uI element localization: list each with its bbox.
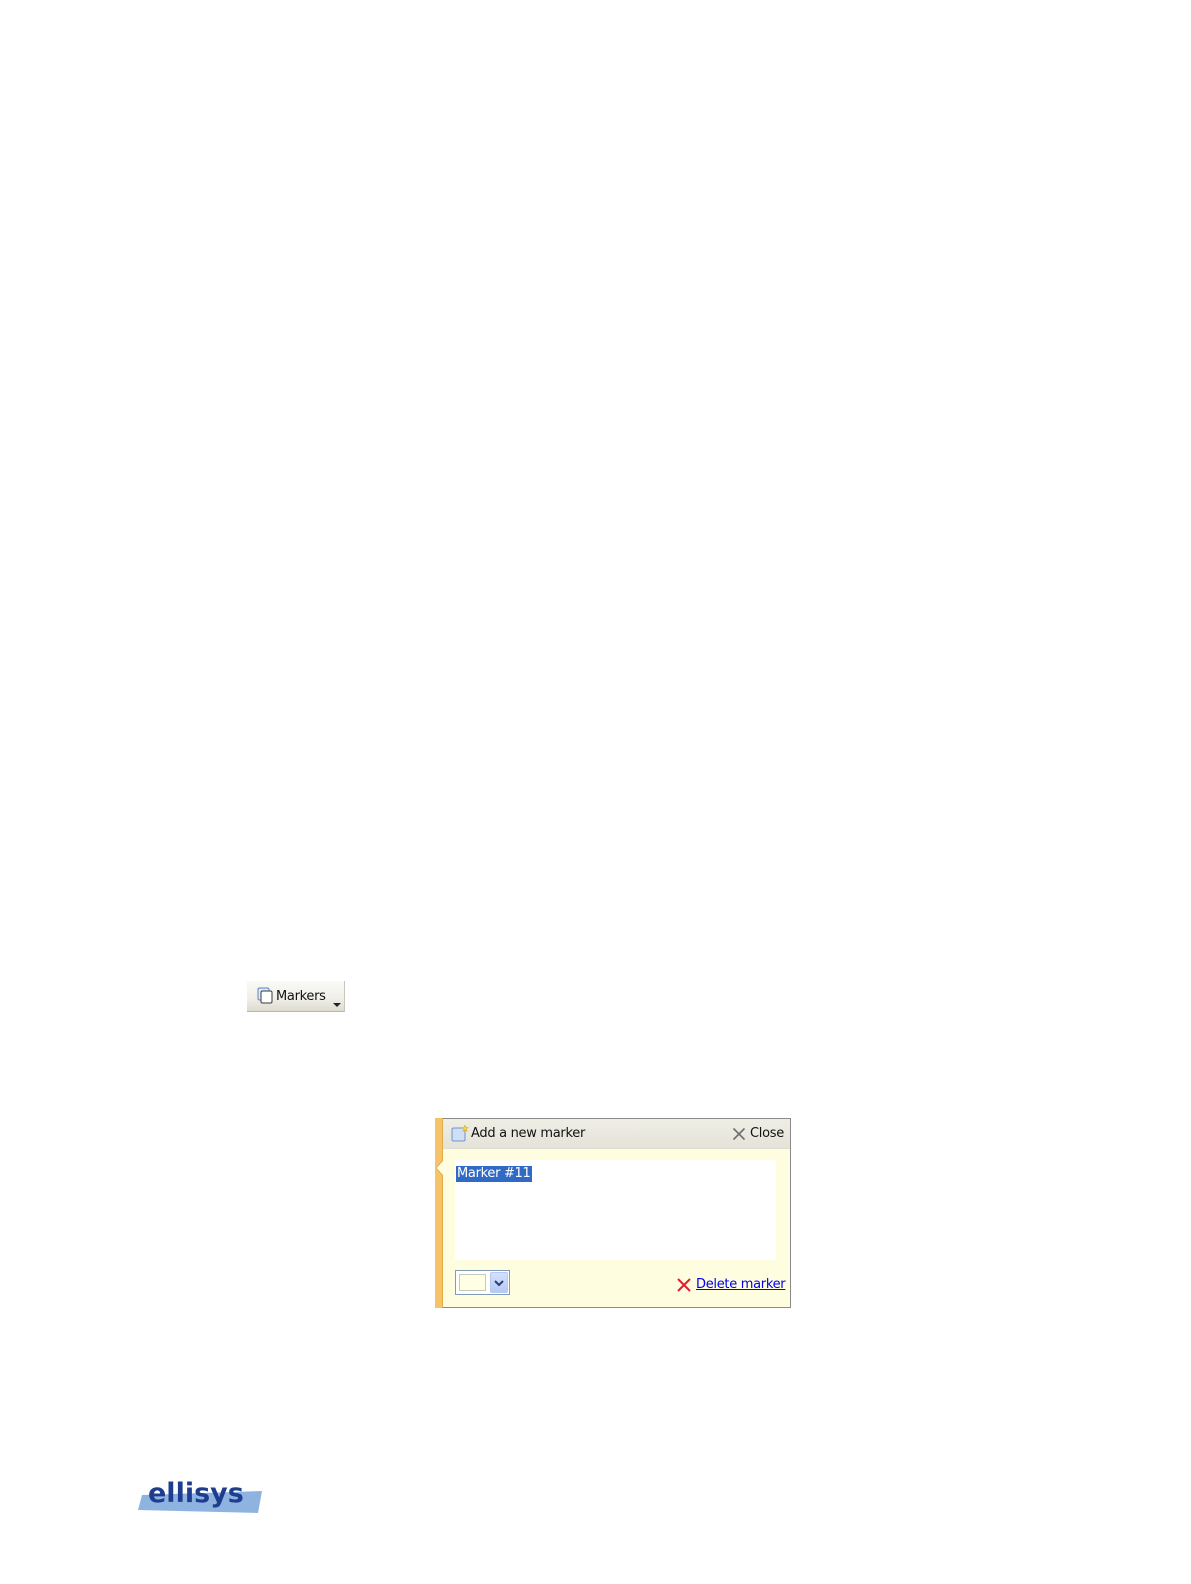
close-icon[interactable] [732, 1126, 746, 1141]
marker-popup-header: Add a new marker Close [443, 1119, 790, 1149]
chevron-down-icon[interactable] [490, 1272, 508, 1293]
add-marker-label[interactable]: Add a new marker [471, 1126, 585, 1141]
delete-x-icon[interactable] [677, 1277, 691, 1292]
add-marker-icon[interactable] [451, 1124, 470, 1142]
markers-button[interactable]: Markers [247, 981, 345, 1012]
close-button[interactable]: Close [750, 1126, 784, 1141]
marker-accent-bar [435, 1118, 443, 1308]
marker-text-value: Marker #11 [456, 1166, 532, 1182]
markers-icon [256, 987, 274, 1005]
caret-down-icon [332, 993, 341, 1007]
markers-button-label: Markers [276, 988, 326, 1004]
marker-popup: Add a new marker Close Marker #11 Delete… [435, 1118, 791, 1308]
marker-color-picker[interactable] [455, 1270, 510, 1295]
logo-text: ellisys [148, 1478, 244, 1509]
marker-text-field[interactable]: Marker #11 [455, 1160, 776, 1260]
color-swatch [459, 1274, 486, 1291]
ellisys-logo: ellisys [138, 1475, 262, 1515]
delete-marker-group[interactable]: Delete marker [677, 1276, 786, 1292]
marker-panel: Add a new marker Close Marker #11 Delete… [443, 1118, 791, 1308]
delete-marker-link[interactable]: Delete marker [696, 1277, 786, 1292]
